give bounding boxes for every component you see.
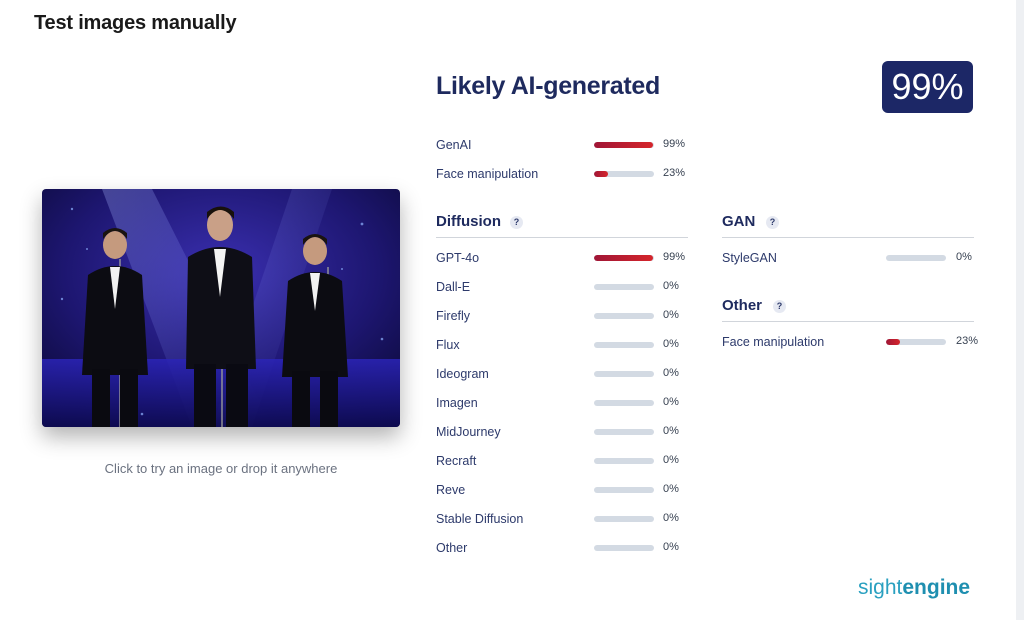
verdict-label: Likely AI-generated — [436, 72, 660, 100]
metric-label: GenAI — [436, 138, 472, 152]
metric-label: Reve — [436, 483, 466, 497]
score-bar-fill — [594, 142, 654, 148]
metric-label: Dall-E — [436, 280, 471, 294]
section-diffusion-header: Diffusion ? — [436, 213, 688, 238]
metric-label: Face manipulation — [722, 335, 825, 349]
score-value: 99% — [663, 138, 686, 150]
score-bar — [594, 142, 654, 148]
metric-label: Recraft — [436, 454, 477, 468]
help-icon[interactable]: ? — [510, 216, 523, 229]
score-bar-fill — [886, 339, 900, 345]
score-bar — [594, 545, 654, 551]
metric-label: Other — [436, 541, 468, 555]
score-bar — [594, 400, 654, 406]
page-title: Test images manually — [34, 12, 237, 34]
metric-label: Imagen — [436, 396, 478, 410]
metric-label: Firefly — [436, 309, 471, 323]
score-bar — [886, 339, 946, 345]
score-bar — [594, 284, 654, 290]
score-value: 0% — [663, 512, 679, 524]
score-bar — [594, 313, 654, 319]
score-bar — [594, 371, 654, 377]
metric-label: Flux — [436, 338, 460, 352]
score-bar — [594, 429, 654, 435]
score-value: 0% — [663, 396, 679, 408]
score-bar — [594, 171, 654, 177]
help-icon[interactable]: ? — [773, 300, 786, 313]
score-value: 0% — [663, 425, 679, 437]
overall-score-badge: 99% — [882, 61, 973, 113]
score-value: 0% — [663, 309, 679, 321]
score-bar — [886, 255, 946, 261]
score-value: 0% — [663, 483, 679, 495]
score-value: 99% — [663, 251, 686, 263]
uploaded-image-preview[interactable] — [42, 189, 400, 427]
summary-row-genai: GenAI 99% — [436, 137, 688, 155]
section-other-header: Other ? — [722, 297, 974, 322]
metric-label: MidJourney — [436, 425, 501, 439]
gan-row: StyleGAN 0% — [722, 250, 974, 268]
diffusion-row: Ideogram 0% — [436, 366, 688, 384]
metric-label: GPT-4o — [436, 251, 480, 265]
brand-part-1: sight — [858, 576, 903, 599]
section-title: Diffusion — [436, 213, 501, 230]
section-gan-header: GAN ? — [722, 213, 974, 238]
score-bar-fill — [594, 255, 654, 261]
score-bar — [594, 516, 654, 522]
score-bar — [594, 255, 654, 261]
score-value: 0% — [663, 454, 679, 466]
brand-part-2: engine — [902, 576, 971, 599]
score-bar — [594, 487, 654, 493]
drop-hint[interactable]: Click to try an image or drop it anywher… — [42, 461, 400, 476]
score-value: 0% — [663, 541, 679, 553]
metric-label: StyleGAN — [722, 251, 777, 265]
other-row: Face manipulation 23% — [722, 334, 978, 352]
metric-label: Face manipulation — [436, 167, 539, 181]
score-value: 23% — [956, 335, 979, 347]
stage-photo — [42, 189, 400, 427]
page-scrollbar[interactable] — [1016, 0, 1024, 620]
diffusion-row: Reve 0% — [436, 482, 688, 500]
score-value: 23% — [663, 167, 686, 179]
diffusion-row: GPT-4o 99% — [436, 250, 688, 268]
section-title: GAN — [722, 213, 756, 230]
score-bar — [594, 342, 654, 348]
section-title: Other — [722, 297, 763, 314]
metric-label: Ideogram — [436, 367, 489, 381]
score-value: 0% — [663, 367, 679, 379]
diffusion-row: Recraft 0% — [436, 453, 688, 471]
metric-label: Stable Diffusion — [436, 512, 524, 526]
diffusion-row: Flux 0% — [436, 337, 688, 355]
summary-row-face-manipulation: Face manipulation 23% — [436, 166, 688, 184]
score-value: 0% — [663, 280, 679, 292]
diffusion-row: MidJourney 0% — [436, 424, 688, 442]
score-bar — [594, 458, 654, 464]
diffusion-row: Firefly 0% — [436, 308, 688, 326]
diffusion-row: Dall-E 0% — [436, 279, 688, 297]
help-icon[interactable]: ? — [766, 216, 779, 229]
sightengine-logo[interactable]: sightengine — [858, 576, 970, 600]
score-value: 0% — [956, 251, 972, 263]
score-bar-fill — [594, 171, 608, 177]
diffusion-row: Imagen 0% — [436, 395, 688, 413]
diffusion-row: Stable Diffusion 0% — [436, 511, 688, 529]
score-value: 0% — [663, 338, 679, 350]
diffusion-row: Other 0% — [436, 540, 688, 558]
